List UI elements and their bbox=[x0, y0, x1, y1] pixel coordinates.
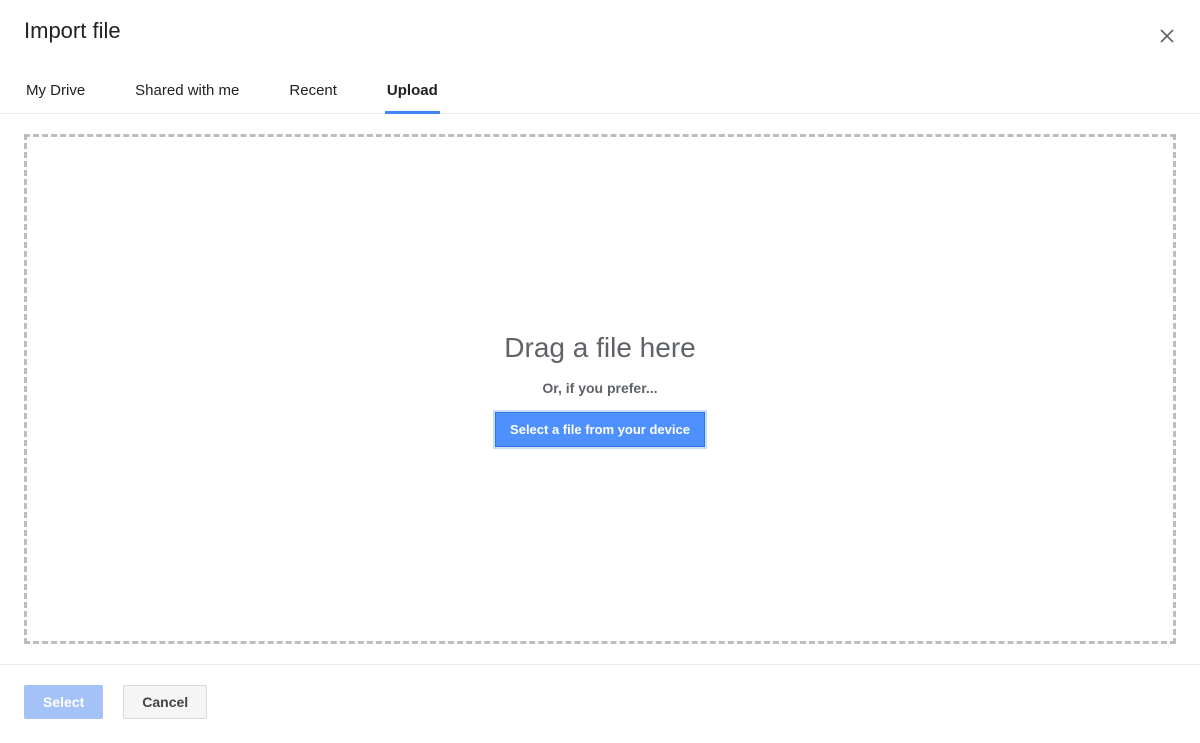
tab-upload[interactable]: Upload bbox=[385, 72, 440, 113]
tab-shared-with-me[interactable]: Shared with me bbox=[133, 72, 241, 113]
select-button[interactable]: Select bbox=[24, 685, 103, 719]
upload-dropzone[interactable]: Drag a file here Or, if you prefer... Se… bbox=[24, 134, 1176, 644]
tab-my-drive[interactable]: My Drive bbox=[24, 72, 87, 113]
dialog-title: Import file bbox=[24, 18, 1176, 44]
select-file-button[interactable]: Select a file from your device bbox=[495, 412, 705, 447]
dialog-footer: Select Cancel bbox=[0, 664, 1200, 743]
dialog-header: Import file bbox=[0, 0, 1200, 48]
dialog-body: Drag a file here Or, if you prefer... Se… bbox=[0, 114, 1200, 644]
close-icon bbox=[1160, 26, 1174, 48]
dropzone-headline: Drag a file here bbox=[504, 332, 695, 364]
close-button[interactable] bbox=[1158, 28, 1176, 46]
tab-bar: My Drive Shared with me Recent Upload bbox=[0, 72, 1200, 114]
cancel-button[interactable]: Cancel bbox=[123, 685, 207, 719]
import-file-dialog: Import file My Drive Shared with me Rece… bbox=[0, 0, 1200, 743]
dropzone-subtext: Or, if you prefer... bbox=[542, 380, 657, 396]
tab-recent[interactable]: Recent bbox=[287, 72, 339, 113]
